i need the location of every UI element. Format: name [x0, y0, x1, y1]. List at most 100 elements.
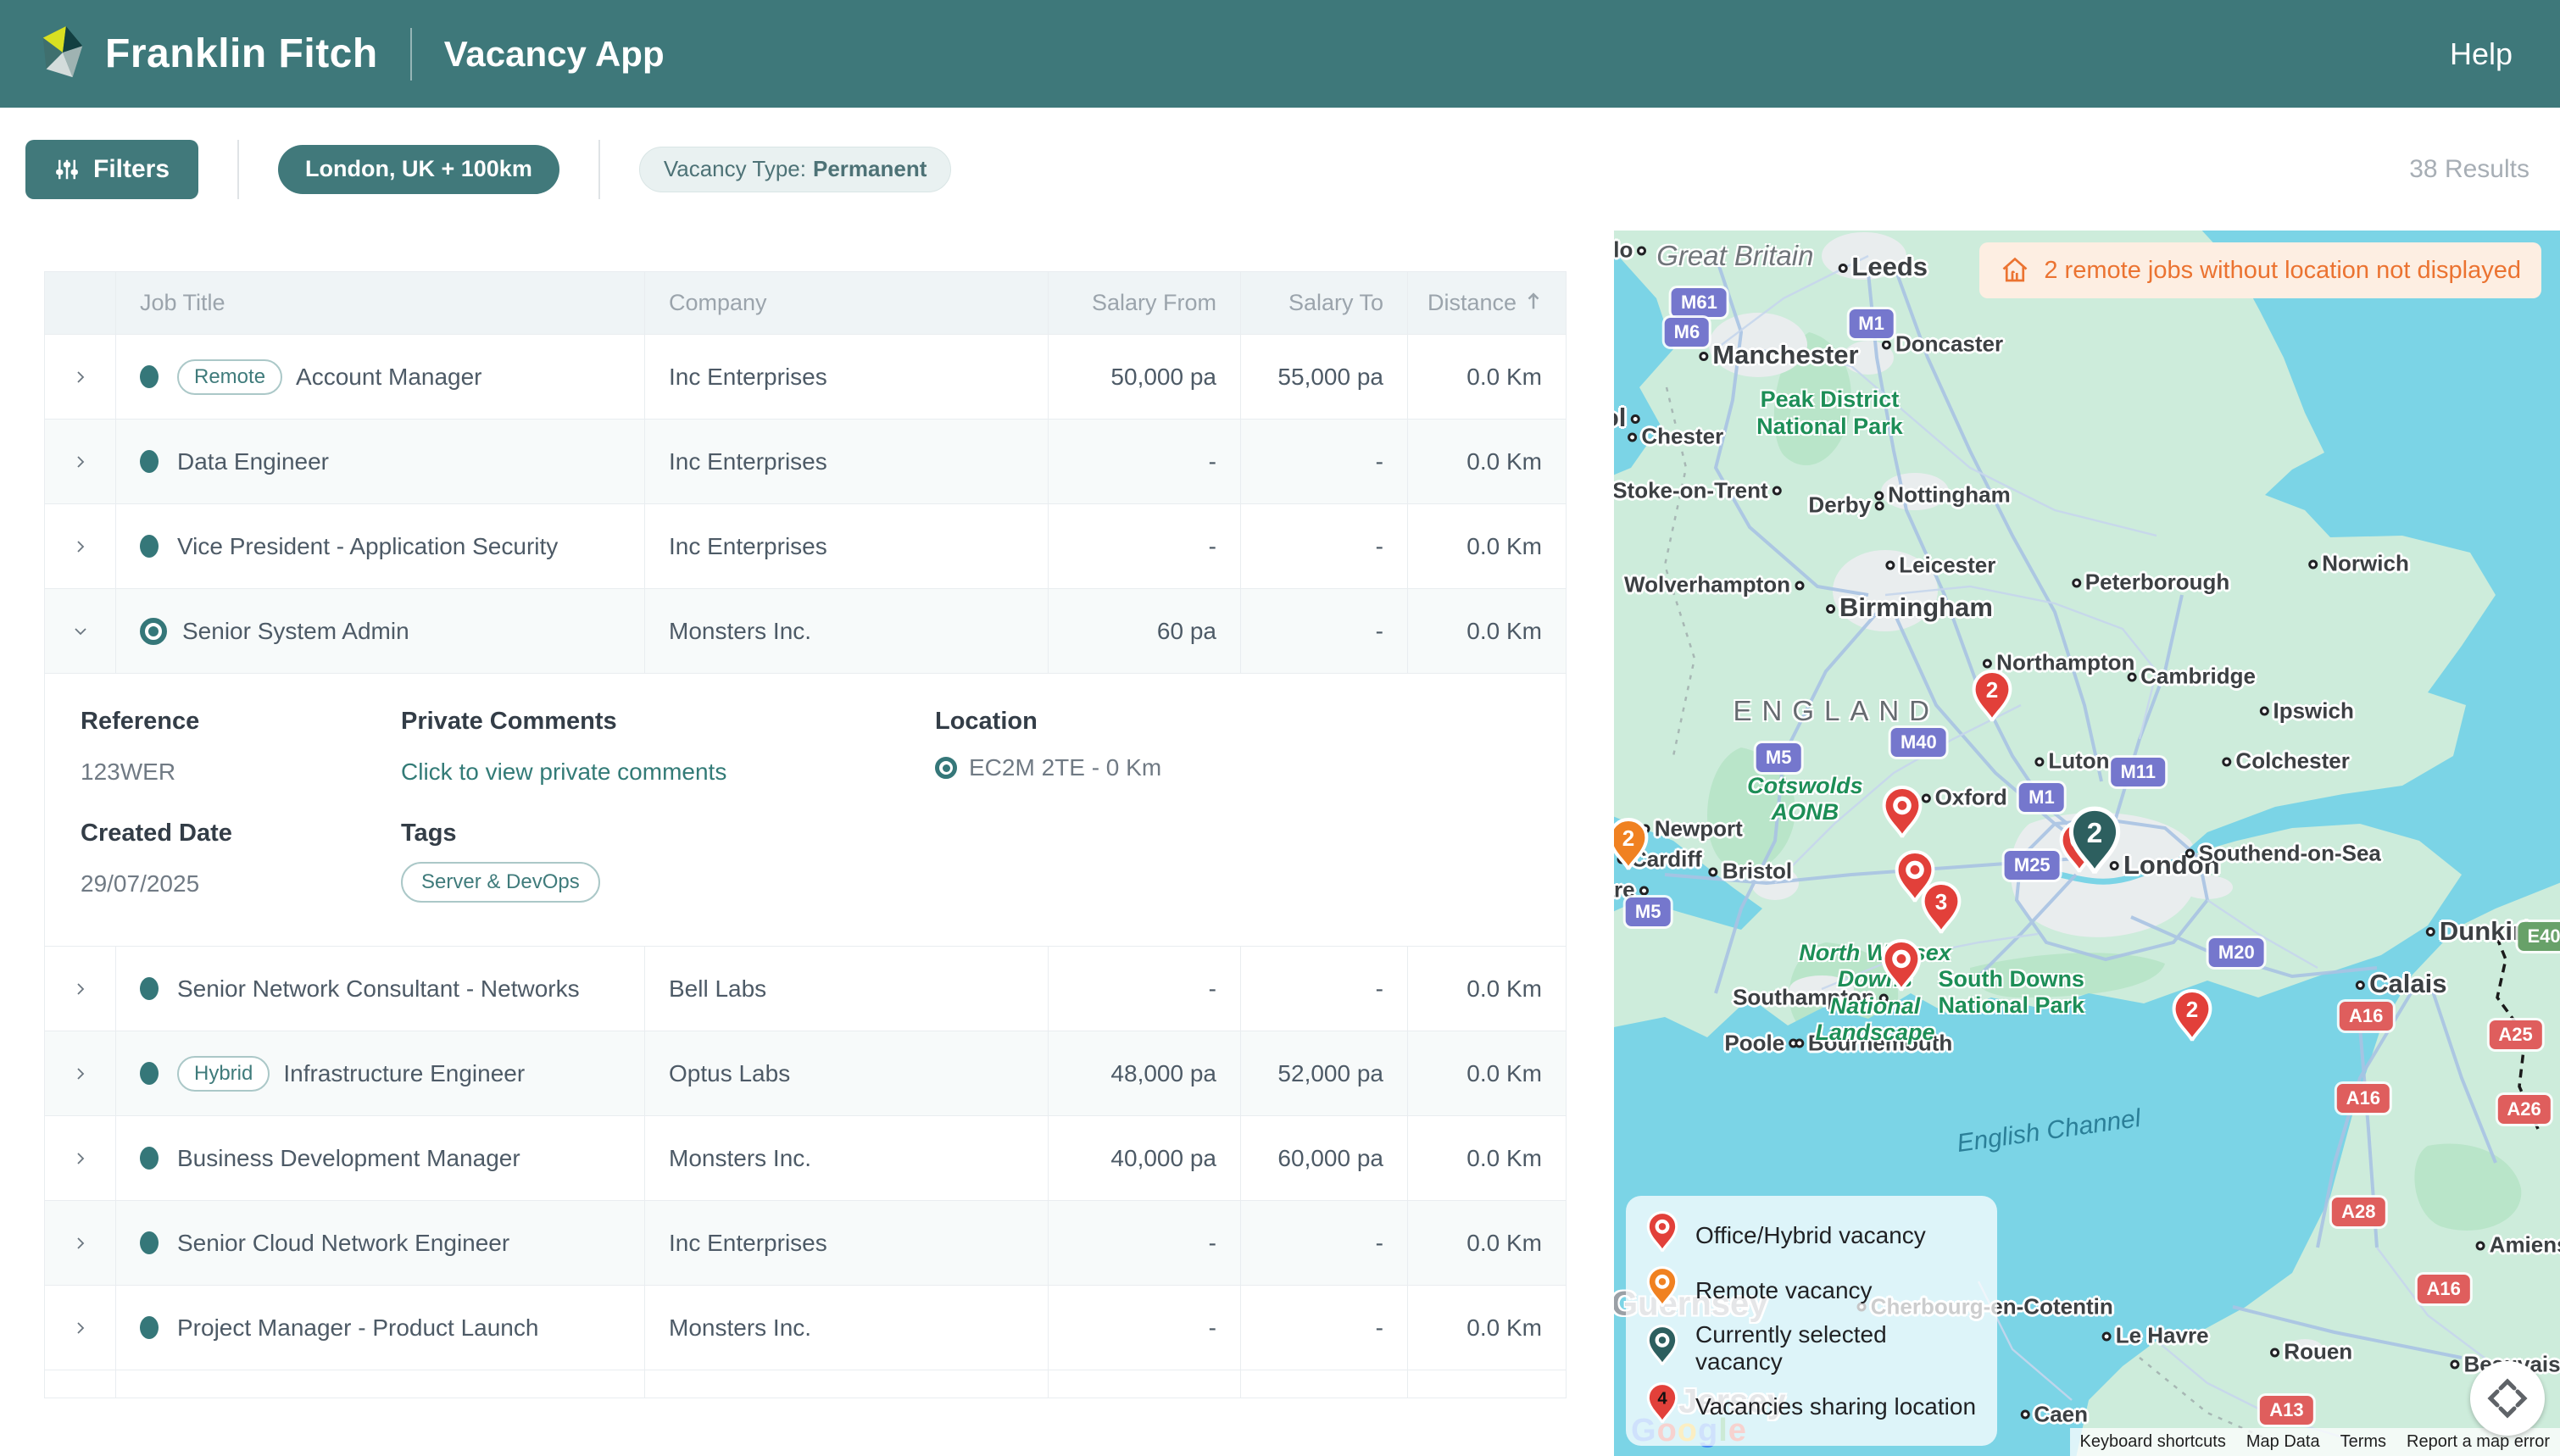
map-panel[interactable]: oloLeedsManchesterDoncasterolChesterStok… — [1614, 231, 2560, 1456]
job-title-text: Data Engineer — [177, 448, 329, 475]
private-comments-link[interactable]: Click to view private comments — [401, 759, 726, 786]
city-dot-icon — [1983, 659, 1992, 669]
distance-cell: 0.0 Km — [1408, 1116, 1566, 1200]
map-city-label: Oxford — [1917, 785, 2007, 811]
column-header-distance[interactable]: Distance — [1408, 272, 1566, 334]
tags-label: Tags — [401, 820, 457, 847]
expanded-vacancy-detail: Reference123WERPrivate CommentsClick to … — [45, 673, 1566, 946]
map-pin-selected[interactable]: 2 — [2068, 806, 2121, 881]
table-row[interactable]: Senior Network Consultant - NetworksBell… — [45, 946, 1566, 1031]
city-dot-icon — [1628, 432, 1637, 442]
table-row[interactable]: Data EngineerInc Enterprises--0.0 Km — [45, 419, 1566, 503]
row-expander[interactable] — [45, 335, 116, 419]
filters-button[interactable]: Filters — [25, 140, 198, 199]
attribution-link[interactable]: Report a map error — [2396, 1428, 2560, 1456]
legend-item: Remote vacancy — [1646, 1266, 1977, 1314]
road-badge: M1 — [1849, 309, 1894, 338]
svg-text:4: 4 — [1657, 1390, 1667, 1409]
salary-from-cell: 40,000 pa — [1049, 1116, 1241, 1200]
pan-control[interactable] — [2470, 1361, 2545, 1436]
remote-jobs-banner: 2 remote jobs without location not displ… — [1979, 242, 2541, 298]
road-badge: A13 — [2260, 1396, 2312, 1425]
filter-divider — [598, 140, 600, 199]
svg-text:2: 2 — [1622, 825, 1634, 851]
chevron-down-icon — [70, 621, 91, 642]
job-title-text: Senior Cloud Network Engineer — [177, 1230, 509, 1257]
column-header-job-title[interactable]: Job Title — [116, 272, 645, 334]
distance-cell: 0.0 Km — [1408, 1031, 1566, 1115]
distance-cell: 0.0 Km — [1408, 947, 1566, 1031]
table-row[interactable]: Senior Cloud Network EngineerInc Enterpr… — [45, 1200, 1566, 1285]
vacancy-table: Job Title Company Salary From Salary To … — [44, 271, 1567, 1398]
distance-cell: 0.0 Km — [1408, 504, 1566, 588]
table-row[interactable]: RemoteAccount ManagerInc Enterprises50,0… — [45, 334, 1566, 419]
attribution-link[interactable]: Keyboard shortcuts — [2070, 1428, 2236, 1456]
salary-from-cell: - — [1049, 420, 1241, 503]
column-header-salary-to[interactable]: Salary To — [1241, 272, 1408, 334]
row-expander[interactable] — [45, 420, 116, 503]
city-dot-icon — [2270, 1348, 2279, 1357]
column-header-company[interactable]: Company — [645, 272, 1049, 334]
road-badge: M5 — [1756, 743, 1801, 772]
map-pin-red-cluster[interactable]: 3 — [1921, 881, 1962, 940]
salary-to-cell: 55,000 pa — [1241, 335, 1408, 419]
vacancy-type-prefix: Vacancy Type: — [664, 156, 806, 182]
row-expander[interactable] — [45, 504, 116, 588]
map-city-label: Stoke-on-Trent — [1614, 477, 1786, 503]
row-expander[interactable] — [45, 947, 116, 1031]
row-expander[interactable] — [45, 1201, 116, 1285]
city-dot-icon — [2426, 927, 2435, 936]
map-city-label: Rouen — [2266, 1339, 2352, 1365]
row-expander[interactable] — [45, 1286, 116, 1370]
city-dot-icon — [1838, 264, 1847, 273]
vacancy-marker-icon — [140, 1231, 159, 1254]
vacancy-marker-icon — [140, 977, 159, 1000]
chevron-right-icon — [70, 1233, 91, 1253]
location-filter-chip[interactable]: London, UK + 100km — [278, 145, 559, 194]
column-header-salary-from[interactable]: Salary From — [1049, 272, 1241, 334]
vacancy-marker-icon — [140, 1147, 159, 1170]
map-city-label: Colchester — [2218, 748, 2349, 775]
map-pin-red-cluster[interactable]: 2 — [1972, 670, 2012, 728]
table-row[interactable]: Business Development ManagerMonsters Inc… — [45, 1115, 1566, 1200]
map-city-label: Doncaster — [1878, 331, 2003, 358]
company-cell: Optus Labs — [645, 1031, 1049, 1115]
selected-vacancy-marker-icon — [140, 618, 167, 645]
job-title-text: Senior System Admin — [182, 618, 409, 645]
vacancy-type-filter-chip[interactable]: Vacancy Type: Permanent — [639, 147, 952, 192]
map-pin-red[interactable] — [1882, 786, 1923, 844]
row-expander[interactable] — [45, 1116, 116, 1200]
table-row[interactable]: HybridInfrastructure EngineerOptus Labs4… — [45, 1031, 1566, 1115]
table-row[interactable]: Project Manager - Product LaunchMonsters… — [45, 1285, 1566, 1370]
tag-pill[interactable]: Server & DevOps — [401, 862, 600, 903]
map-city-label: Manchester — [1695, 340, 1858, 370]
svg-text:3: 3 — [1935, 889, 1947, 914]
pan-arrows-icon — [2484, 1375, 2531, 1422]
road-badge: A26 — [2497, 1095, 2550, 1124]
help-link[interactable]: Help — [2450, 36, 2513, 72]
row-expander[interactable] — [45, 589, 116, 673]
map-park-label: South DownsNational Park — [1938, 966, 2084, 1019]
table-row[interactable]: Vice President - Application SecurityInc… — [45, 503, 1566, 588]
company-cell: Monsters Inc. — [645, 1286, 1049, 1370]
map-city-label: Wolverhampton — [1624, 571, 1808, 597]
job-title-text: Senior Network Consultant - Networks — [177, 975, 580, 1003]
map-pin-red[interactable] — [1881, 939, 1922, 998]
road-badge: M20 — [2209, 938, 2264, 967]
work-mode-badge: Remote — [177, 359, 282, 395]
map-pin-red-cluster[interactable]: 2 — [2172, 989, 2212, 1048]
map-city-label: Newport — [1637, 815, 1743, 842]
table-row-selected[interactable]: Senior System AdminMonsters Inc.60 pa-0.… — [45, 588, 1566, 673]
job-title-text: Infrastructure Engineer — [283, 1060, 525, 1087]
map-city-label: Bristol — [1705, 859, 1792, 885]
attribution-link[interactable]: Map Data — [2236, 1428, 2330, 1456]
job-title-cell: HybridInfrastructure Engineer — [116, 1031, 645, 1115]
map-city-label: Chester — [1623, 423, 1723, 449]
attribution-link[interactable]: Terms — [2330, 1428, 2396, 1456]
salary-to-cell: - — [1241, 947, 1408, 1031]
map-pin-orange-cluster[interactable]: 2 — [1614, 818, 1649, 876]
map-park-label: North WessexDownsNationalLandscape — [1799, 940, 1951, 1045]
chevron-right-icon — [70, 979, 91, 999]
row-expander[interactable] — [45, 1031, 116, 1115]
city-dot-icon — [1874, 491, 1884, 500]
